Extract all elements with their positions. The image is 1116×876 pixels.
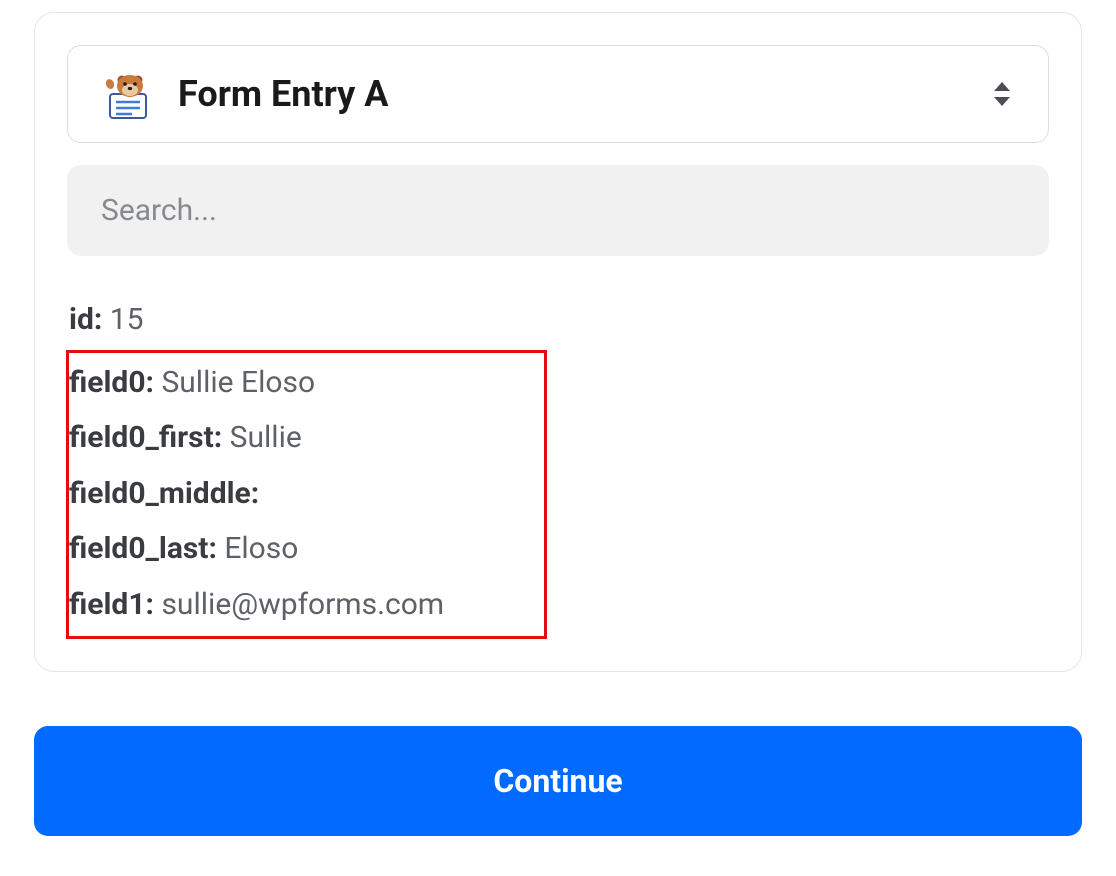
field-row-id: id: 15 [69, 292, 1049, 348]
form-selector-title: Form Entry A [178, 73, 388, 115]
field-row-field1: field1: sullie@wpforms.com [69, 577, 544, 633]
search-box [67, 165, 1049, 256]
field-key: field0_last: [69, 531, 217, 566]
highlight-box: field0: Sullie Eloso field0_first: Sulli… [66, 350, 547, 640]
form-entry-card: Form Entry A id: 15 field0: Sullie Eloso… [34, 12, 1082, 672]
sort-icon [990, 78, 1014, 110]
field-value: Eloso [217, 531, 299, 566]
field-value: 15 [102, 302, 143, 337]
field-key: id: [69, 302, 102, 337]
field-row-field0-middle: field0_middle: [69, 466, 544, 522]
field-value: sullie@wpforms.com [154, 587, 444, 622]
fields-area: id: 15 field0: Sullie Eloso field0_first… [67, 292, 1049, 639]
mascot-icon [102, 68, 154, 120]
field-value: Sullie Eloso [154, 365, 315, 400]
field-value: Sullie [222, 420, 302, 455]
field-key: field1: [69, 587, 154, 622]
field-key: field0_first: [69, 420, 222, 455]
search-input[interactable] [101, 193, 1015, 228]
field-row-field0: field0: Sullie Eloso [69, 355, 544, 411]
continue-button[interactable]: Continue [34, 726, 1082, 836]
field-key: field0: [69, 365, 154, 400]
form-selector[interactable]: Form Entry A [67, 45, 1049, 143]
field-row-field0-last: field0_last: Eloso [69, 521, 544, 577]
field-key: field0_middle: [69, 476, 259, 511]
form-selector-left: Form Entry A [102, 68, 388, 120]
field-row-field0-first: field0_first: Sullie [69, 410, 544, 466]
